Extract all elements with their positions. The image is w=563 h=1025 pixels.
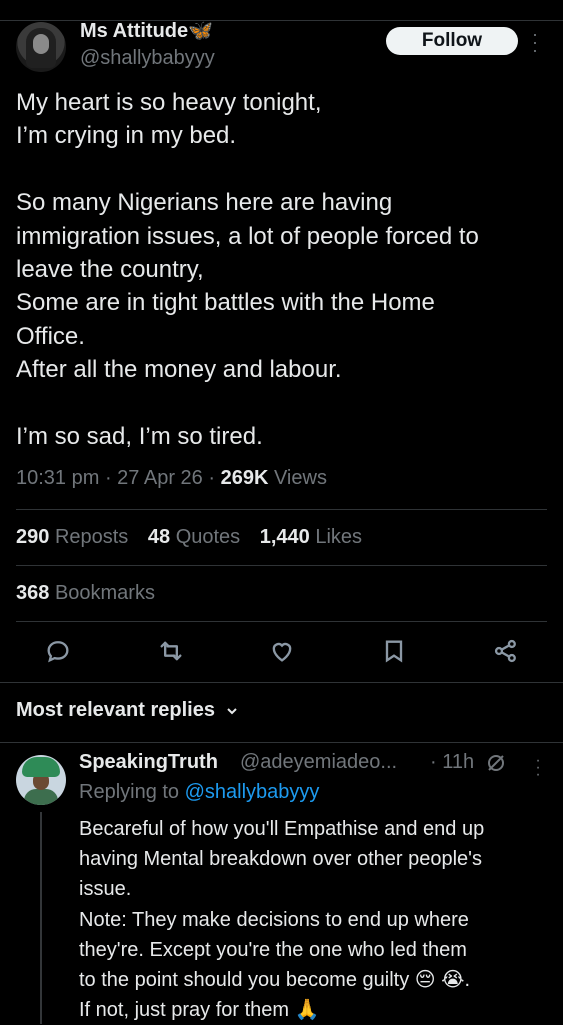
more-options-icon[interactable]: · · · bbox=[530, 25, 540, 59]
replies-sort-dropdown[interactable]: Most relevant replies bbox=[16, 699, 239, 722]
tweet-meta: 10:31 pm · 27 Apr 26 · 269K Views bbox=[16, 467, 327, 489]
reply-line: they're. Except you're the one who led t… bbox=[79, 938, 467, 961]
tweet-line: I’m so sad, I’m so tired. bbox=[16, 423, 263, 451]
reposts-stat[interactable]: 290 Reposts bbox=[16, 526, 128, 548]
author-avatar[interactable] bbox=[16, 22, 66, 72]
chevron-down-icon bbox=[226, 708, 237, 715]
thread-line bbox=[40, 812, 42, 1024]
bookmarks-stat[interactable]: 368 Bookmarks bbox=[16, 582, 155, 605]
author-handle[interactable]: @shallybabyyy bbox=[80, 47, 215, 70]
divider bbox=[0, 682, 563, 683]
repost-icon[interactable] bbox=[157, 637, 185, 665]
author-name[interactable]: Ms Attitude🦋 bbox=[80, 18, 213, 43]
reply-author-handle[interactable]: @adeyemiadeo... bbox=[240, 751, 397, 774]
action-bar bbox=[0, 637, 563, 667]
replying-to: Replying to @shallybabyyy bbox=[79, 781, 320, 803]
engagement-stats: 290 Reposts 48 Quotes 1,440 Likes bbox=[16, 526, 376, 549]
tweet-date[interactable]: 27 Apr 26 bbox=[117, 467, 203, 489]
divider bbox=[0, 742, 563, 743]
divider bbox=[16, 565, 547, 566]
tweet-line: immigration issues, a lot of people forc… bbox=[16, 222, 479, 250]
reply-line: If not, just pray for them 🙏 bbox=[79, 999, 320, 1022]
tweet-line: Office. bbox=[16, 322, 85, 350]
tweet-text: My heart is so heavy tonight, I’m crying… bbox=[16, 86, 551, 453]
likes-stat[interactable]: 1,440 Likes bbox=[260, 526, 362, 548]
tweet-line: My heart is so heavy tonight, bbox=[16, 89, 322, 116]
share-icon[interactable] bbox=[492, 637, 520, 665]
tweet-line: So many Nigerians here are having bbox=[16, 189, 393, 217]
bookmark-icon[interactable] bbox=[380, 637, 408, 665]
reply-line: to the point should you become guilty 😔 … bbox=[79, 969, 471, 992]
reply-more-options-icon[interactable]: · · · bbox=[533, 753, 543, 783]
tweet-line: leave the country, bbox=[16, 256, 204, 284]
reply-line: issue. bbox=[79, 878, 132, 901]
grok-icon[interactable] bbox=[485, 752, 507, 774]
follow-button[interactable]: Follow bbox=[386, 27, 518, 55]
replying-to-mention[interactable]: @shallybabyyy bbox=[185, 781, 320, 803]
reply-author-avatar[interactable] bbox=[16, 755, 66, 805]
views-count: 269K bbox=[220, 467, 269, 489]
tweet-line: I’m crying in my bed. bbox=[16, 122, 237, 150]
reply-time[interactable]: · 11h bbox=[430, 751, 474, 774]
reply-line: Becareful of how you'll Empathise and en… bbox=[79, 818, 485, 840]
reply-line: Note: They make decisions to end up wher… bbox=[79, 908, 469, 931]
reply-author-name[interactable]: SpeakingTruth bbox=[79, 751, 218, 774]
divider bbox=[16, 621, 547, 622]
reply-icon[interactable] bbox=[44, 637, 72, 665]
reply-line: having Mental breakdown over other peopl… bbox=[79, 848, 482, 871]
tweet-line: After all the money and labour. bbox=[16, 356, 342, 384]
quotes-stat[interactable]: 48 Quotes bbox=[148, 526, 240, 548]
tweet-line: Some are in tight battles with the Home bbox=[16, 289, 435, 317]
like-icon[interactable] bbox=[268, 637, 296, 665]
views-label: Views bbox=[273, 467, 327, 489]
replies-sort-label: Most relevant replies bbox=[16, 699, 215, 721]
reply-text: Becareful of how you'll Empathise and en… bbox=[79, 814, 555, 1025]
divider bbox=[16, 509, 547, 510]
tweet-time[interactable]: 10:31 pm bbox=[16, 467, 99, 489]
